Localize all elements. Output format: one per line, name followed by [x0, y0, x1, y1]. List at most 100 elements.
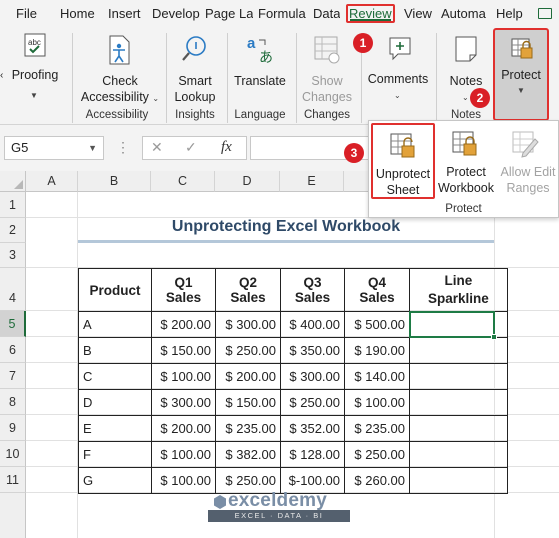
tab-active-underline — [350, 19, 391, 21]
workbook-label: Workbook — [437, 181, 495, 195]
cell-q4[interactable]: $ 260.00 — [344, 467, 410, 494]
comments-label: Comments — [367, 72, 429, 86]
cell-product[interactable]: F — [78, 441, 152, 468]
cell-product[interactable]: C — [78, 363, 152, 390]
tab-data[interactable]: Data — [313, 4, 340, 23]
tab-formulas[interactable]: Formula — [258, 4, 308, 23]
cell-q4[interactable]: $ 140.00 — [344, 363, 410, 390]
row-header-6[interactable]: 6 — [0, 337, 26, 363]
cell-q1[interactable]: $ 100.00 — [151, 441, 216, 468]
accessibility-icon — [109, 35, 130, 65]
header-product[interactable]: Product — [78, 268, 152, 312]
row-header-10[interactable]: 10 — [0, 441, 26, 467]
allow-edit-ranges-button[interactable]: Allow Edit Ranges — [497, 125, 557, 199]
cell-q2[interactable]: $ 150.00 — [215, 389, 281, 416]
show-changes-icon — [314, 36, 340, 64]
cell-q1[interactable]: $ 200.00 — [151, 415, 216, 442]
cell-product[interactable]: A — [78, 311, 152, 338]
cell-q2[interactable]: $ 300.00 — [215, 311, 281, 338]
chevron-down-icon: ▼ — [517, 86, 525, 95]
cell-q3[interactable]: $ 400.00 — [280, 311, 345, 338]
unprotect-sheet-button[interactable]: Unprotect Sheet — [371, 123, 435, 199]
cell-sparkline[interactable] — [409, 467, 508, 494]
row-header-4[interactable]: 4 — [0, 268, 26, 311]
active-cell-outline[interactable] — [409, 311, 497, 340]
cell-q2[interactable]: $ 250.00 — [215, 337, 281, 364]
column-header-d[interactable]: D — [215, 171, 280, 192]
enter-icon[interactable]: ✓ — [185, 139, 197, 156]
tab-review[interactable]: Review — [346, 4, 395, 23]
header-q3[interactable]: Q3 Sales — [280, 268, 345, 312]
cell-product[interactable]: D — [78, 389, 152, 416]
tab-help[interactable]: Help — [496, 4, 523, 23]
row-header-1[interactable]: 1 — [0, 192, 26, 218]
row-header-12[interactable] — [0, 493, 26, 538]
tab-insert[interactable]: Insert — [108, 4, 141, 23]
chevron-down-icon: ⌄ — [152, 94, 160, 103]
row-header-3[interactable]: 3 — [0, 243, 26, 268]
header-q1[interactable]: Q1 Sales — [151, 268, 216, 312]
divider — [296, 33, 297, 123]
cell-q4[interactable]: $ 235.00 — [344, 415, 410, 442]
column-header-e[interactable]: E — [280, 171, 344, 192]
cell-q4[interactable]: $ 100.00 — [344, 389, 410, 416]
cell-q4[interactable]: $ 190.00 — [344, 337, 410, 364]
protect-workbook-button[interactable]: Protect Workbook — [435, 125, 497, 199]
cell-q2[interactable]: $ 235.00 — [215, 415, 281, 442]
cell-q3[interactable]: $ 250.00 — [280, 389, 345, 416]
cell-q2[interactable]: $ 200.00 — [215, 363, 281, 390]
unprotect-label: Unprotect — [375, 167, 431, 181]
lightbulb-search-icon — [182, 36, 206, 61]
tab-automate[interactable]: Automa — [441, 4, 488, 23]
name-box[interactable]: G5 ▼ — [4, 136, 104, 160]
row-header-9[interactable]: 9 — [0, 415, 26, 441]
cell-q4[interactable]: $ 500.00 — [344, 311, 410, 338]
protect-label: Protect — [501, 68, 541, 82]
drag-handle-icon[interactable]: ⋮ — [116, 140, 130, 156]
row-header-5[interactable]: 5 — [0, 311, 26, 337]
fill-handle[interactable] — [491, 334, 497, 340]
row-header-8[interactable]: 8 — [0, 389, 26, 415]
cancel-icon[interactable]: ✕ — [151, 139, 163, 156]
cell-q1[interactable]: $ 300.00 — [151, 389, 216, 416]
cell-q4[interactable]: $ 250.00 — [344, 441, 410, 468]
column-header-c[interactable]: C — [151, 171, 215, 192]
group-language: Language — [234, 109, 286, 121]
column-header-a[interactable]: A — [26, 171, 78, 192]
cell-q3[interactable]: $ 352.00 — [280, 415, 345, 442]
header-sparkline[interactable]: Line Sparkline — [409, 268, 508, 312]
tab-page-layout[interactable]: Page La — [205, 4, 253, 23]
cell-q3[interactable]: $ 350.00 — [280, 337, 345, 364]
cell-sparkline[interactable] — [409, 389, 508, 416]
lookup-label: Lookup — [174, 90, 216, 104]
row-header-7[interactable]: 7 — [0, 363, 26, 389]
tab-home[interactable]: Home — [60, 4, 95, 23]
cell-product[interactable]: B — [78, 337, 152, 364]
cell-product[interactable]: G — [78, 467, 152, 494]
column-header-b[interactable]: B — [78, 171, 151, 192]
cell-sparkline[interactable] — [409, 415, 508, 442]
cell-sparkline[interactable] — [409, 363, 508, 390]
sales-table: Product Q1 Sales Q2 Sales Q3 Sales Q4 Sa… — [78, 268, 508, 494]
header-q2[interactable]: Q2 Sales — [215, 268, 281, 312]
share-icon[interactable] — [538, 8, 552, 19]
cell-q1[interactable]: $ 150.00 — [151, 337, 216, 364]
tab-file[interactable]: File — [16, 4, 37, 23]
tab-view[interactable]: View — [404, 4, 432, 23]
cell-sparkline[interactable] — [409, 337, 508, 364]
tab-developer[interactable]: Develop — [152, 4, 200, 23]
cell-q3[interactable]: $ 300.00 — [280, 363, 345, 390]
cell-q1[interactable]: $ 100.00 — [151, 363, 216, 390]
cell-q1[interactable]: $ 100.00 — [151, 467, 216, 494]
cell-sparkline[interactable] — [409, 441, 508, 468]
insert-function-icon[interactable]: fx — [221, 139, 232, 156]
select-all-corner[interactable] — [0, 171, 26, 192]
cell-product[interactable]: E — [78, 415, 152, 442]
row-header-11[interactable]: 11 — [0, 467, 26, 493]
cell-q1[interactable]: $ 200.00 — [151, 311, 216, 338]
header-q4[interactable]: Q4 Sales — [344, 268, 410, 312]
cell-q2[interactable]: $ 382.00 — [215, 441, 281, 468]
protect-button[interactable]: Protect ▼ — [493, 28, 549, 121]
cell-q3[interactable]: $ 128.00 — [280, 441, 345, 468]
row-header-2[interactable]: 2 — [0, 218, 26, 243]
